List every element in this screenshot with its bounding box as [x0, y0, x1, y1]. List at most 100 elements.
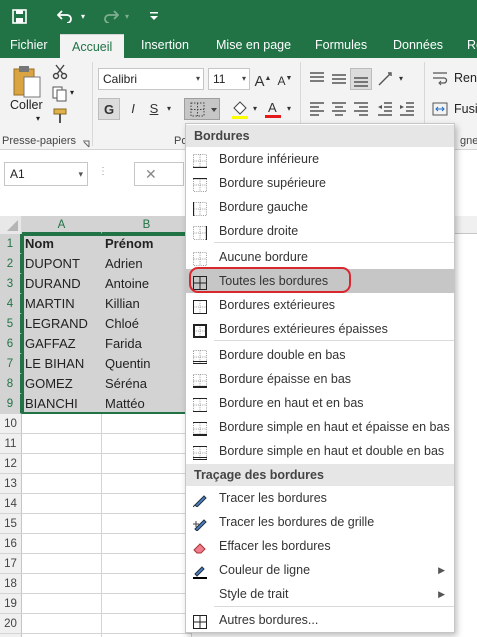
- cell-prenom[interactable]: [102, 454, 192, 474]
- row-header[interactable]: 4: [0, 294, 22, 314]
- paste-button[interactable]: Coller: [10, 98, 50, 112]
- tab-formules[interactable]: Formules: [315, 32, 367, 58]
- menu-item-thick-outside-borders[interactable]: Bordures extérieures épaisses: [186, 317, 454, 341]
- column-header-b[interactable]: B: [102, 216, 192, 234]
- align-center-icon[interactable]: [330, 100, 348, 118]
- align-right-icon[interactable]: [352, 100, 370, 118]
- row-header[interactable]: 11: [0, 434, 22, 454]
- menu-item-border-right[interactable]: Bordure droite: [186, 219, 454, 243]
- menu-item-border-left[interactable]: Bordure gauche: [186, 195, 454, 219]
- cell-nom[interactable]: [22, 534, 102, 554]
- menu-item-top-thick-bottom-border[interactable]: Bordure simple en haut et épaisse en bas: [186, 415, 454, 439]
- header-cell-prenom[interactable]: Prénom: [102, 234, 192, 254]
- row-header[interactable]: 10: [0, 414, 22, 434]
- menu-item-top-double-bottom-border[interactable]: Bordure simple en haut et double en bas: [186, 439, 454, 463]
- cell-prenom[interactable]: [102, 554, 192, 574]
- row-header[interactable]: 17: [0, 554, 22, 574]
- cell-prenom[interactable]: [102, 514, 192, 534]
- font-name-combo[interactable]: Calibri ▾: [98, 68, 204, 90]
- cell-nom[interactable]: [22, 614, 102, 634]
- cell-nom[interactable]: [22, 574, 102, 594]
- cancel-formula-button[interactable]: ✕: [134, 162, 184, 186]
- cell-nom[interactable]: [22, 454, 102, 474]
- customize-icon[interactable]: [146, 0, 162, 32]
- menu-item-thick-bottom-border[interactable]: Bordure épaisse en bas: [186, 367, 454, 391]
- cell-nom[interactable]: GOMEZ: [22, 374, 102, 394]
- row-header[interactable]: 20: [0, 614, 22, 634]
- fill-color-icon[interactable]: [230, 98, 250, 120]
- cell-prenom[interactable]: [102, 474, 192, 494]
- paste-icon[interactable]: [10, 64, 44, 100]
- cell-prenom[interactable]: Killian: [102, 294, 192, 314]
- borders-button[interactable]: [184, 98, 220, 120]
- cell-nom[interactable]: [22, 594, 102, 614]
- cell-prenom[interactable]: Farida: [102, 334, 192, 354]
- menu-item-line-style[interactable]: Style de trait ▶: [186, 582, 454, 606]
- row-header[interactable]: 2: [0, 254, 22, 274]
- copy-dropdown-icon[interactable]: ▾: [70, 88, 74, 97]
- row-header[interactable]: 3: [0, 274, 22, 294]
- cell-nom[interactable]: [22, 434, 102, 454]
- cell-nom[interactable]: LEGRAND: [22, 314, 102, 334]
- row-header[interactable]: 5: [0, 314, 22, 334]
- font-color-dropdown-icon[interactable]: ▾: [284, 98, 294, 120]
- tab-insertion[interactable]: Insertion: [141, 32, 189, 58]
- decrease-indent-icon[interactable]: [376, 100, 394, 118]
- row-header[interactable]: 8: [0, 374, 22, 394]
- cell-nom[interactable]: [22, 514, 102, 534]
- row-header[interactable]: 16: [0, 534, 22, 554]
- menu-item-eraser[interactable]: Effacer les bordures: [186, 534, 454, 558]
- cell-nom[interactable]: [22, 474, 102, 494]
- italic-button[interactable]: I: [124, 98, 142, 120]
- column-header-a[interactable]: A: [22, 216, 102, 234]
- align-middle-icon[interactable]: [330, 70, 348, 88]
- row-header[interactable]: 7: [0, 354, 22, 374]
- align-top-icon[interactable]: [308, 70, 326, 88]
- cell-prenom[interactable]: Adrien: [102, 254, 192, 274]
- menu-item-double-bottom-border[interactable]: Bordure double en bas: [186, 343, 454, 367]
- tab-fichier[interactable]: Fichier: [10, 32, 48, 58]
- menu-item-outside-borders[interactable]: Bordures extérieures: [186, 293, 454, 317]
- cell-prenom[interactable]: [102, 534, 192, 554]
- name-box[interactable]: A1 ▾: [4, 162, 88, 186]
- cell-prenom[interactable]: Chloé: [102, 314, 192, 334]
- underline-dropdown-icon[interactable]: ▾: [164, 98, 174, 120]
- redo-icon[interactable]: [100, 0, 122, 32]
- cell-nom[interactable]: BIANCHI: [22, 394, 102, 414]
- menu-item-all-borders[interactable]: Toutes les bordures: [186, 269, 454, 293]
- cell-nom[interactable]: DURAND: [22, 274, 102, 294]
- cell-nom[interactable]: [22, 554, 102, 574]
- menu-item-draw-border[interactable]: Tracer les bordures: [186, 486, 454, 510]
- header-cell-nom[interactable]: Nom: [22, 234, 102, 254]
- wrap-text-button[interactable]: Renv: [454, 71, 477, 85]
- row-header[interactable]: 6: [0, 334, 22, 354]
- row-header[interactable]: 1: [0, 234, 22, 254]
- select-all-corner[interactable]: [0, 216, 22, 234]
- row-header[interactable]: 12: [0, 454, 22, 474]
- cell-prenom[interactable]: [102, 574, 192, 594]
- cell-nom[interactable]: GAFFAZ: [22, 334, 102, 354]
- row-header[interactable]: 13: [0, 474, 22, 494]
- cell-prenom[interactable]: [102, 494, 192, 514]
- cell-prenom[interactable]: Antoine: [102, 274, 192, 294]
- menu-item-top-bottom-border[interactable]: Bordure en haut et en bas: [186, 391, 454, 415]
- cell-prenom[interactable]: [102, 434, 192, 454]
- cell-prenom[interactable]: Séréna: [102, 374, 192, 394]
- cell-nom[interactable]: [22, 414, 102, 434]
- tab-donnees[interactable]: Données: [393, 32, 443, 58]
- save-icon[interactable]: [8, 0, 30, 32]
- menu-item-border-bottom[interactable]: Bordure inférieure: [186, 147, 454, 171]
- underline-button[interactable]: S: [146, 98, 162, 120]
- row-header[interactable]: 18: [0, 574, 22, 594]
- undo-icon[interactable]: [54, 0, 76, 32]
- grow-font-icon[interactable]: A▲: [254, 68, 272, 90]
- align-left-icon[interactable]: [308, 100, 326, 118]
- merge-center-icon[interactable]: [432, 101, 448, 117]
- shrink-font-icon[interactable]: A▼: [276, 68, 294, 90]
- menu-item-no-border[interactable]: Aucune bordure: [186, 245, 454, 269]
- fill-color-dropdown-icon[interactable]: ▾: [250, 98, 260, 120]
- tab-mise-en-page[interactable]: Mise en page: [216, 32, 291, 58]
- cell-prenom[interactable]: Quentin: [102, 354, 192, 374]
- align-bottom-icon[interactable]: [350, 68, 372, 90]
- cell-prenom[interactable]: [102, 414, 192, 434]
